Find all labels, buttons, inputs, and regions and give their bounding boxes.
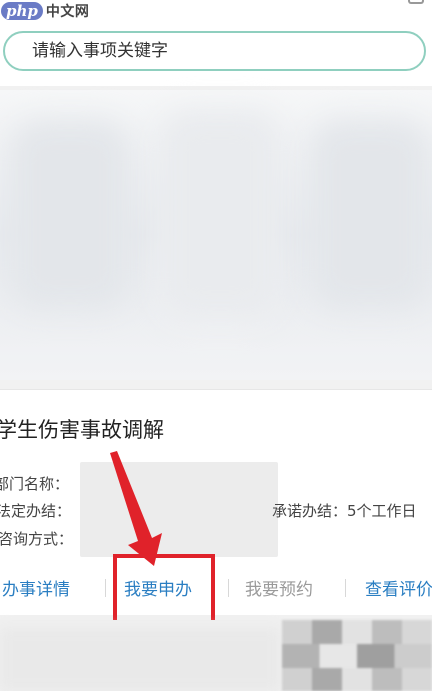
- logo-php-text: php: [1, 2, 43, 20]
- watermark-logo: php 中文网: [0, 0, 89, 22]
- separator: [345, 579, 346, 597]
- search-input[interactable]: [32, 41, 392, 61]
- reserve-button[interactable]: 我要预约: [245, 575, 313, 600]
- separator: [228, 579, 229, 597]
- review-button[interactable]: 查看评价: [365, 575, 432, 600]
- promise-deadline: 承诺办结：5个工作日: [272, 502, 417, 520]
- logo-site-text: 中文网: [45, 4, 90, 20]
- banner-blur-middle: [160, 110, 280, 320]
- bottom-mosaic: [282, 620, 432, 691]
- bottom-blurred-area: [0, 620, 432, 691]
- highlight-box: [113, 554, 215, 625]
- item-card: 学生伤害事故调解 部门名称： 法定办结： 咨询方式： 承诺办结：5个工作日 办事…: [0, 389, 432, 615]
- details-button[interactable]: 办事详情: [2, 575, 70, 600]
- banner-blur-left: [10, 120, 130, 310]
- bottom-blur-left: [0, 628, 280, 691]
- action-bar: 办事详情 我要申办 我要预约 查看评价: [0, 570, 432, 610]
- screen: php 中文网 学生伤害事故调解 部门名称： 法定办结： 咨询方式： 承诺办结：…: [0, 0, 432, 691]
- banner-image: [0, 90, 432, 380]
- header: php 中文网: [0, 0, 432, 86]
- search-bar[interactable]: [3, 31, 426, 71]
- masked-info-area: [80, 462, 278, 557]
- contact-label: 咨询方式：: [0, 530, 74, 548]
- menu-icon[interactable]: [408, 0, 424, 4]
- banner-blur-right: [310, 120, 430, 310]
- item-title: 学生伤害事故调解: [0, 418, 164, 442]
- legal-deadline-label: 法定办结：: [0, 502, 72, 520]
- separator: [105, 579, 106, 597]
- department-label: 部门名称：: [0, 475, 70, 493]
